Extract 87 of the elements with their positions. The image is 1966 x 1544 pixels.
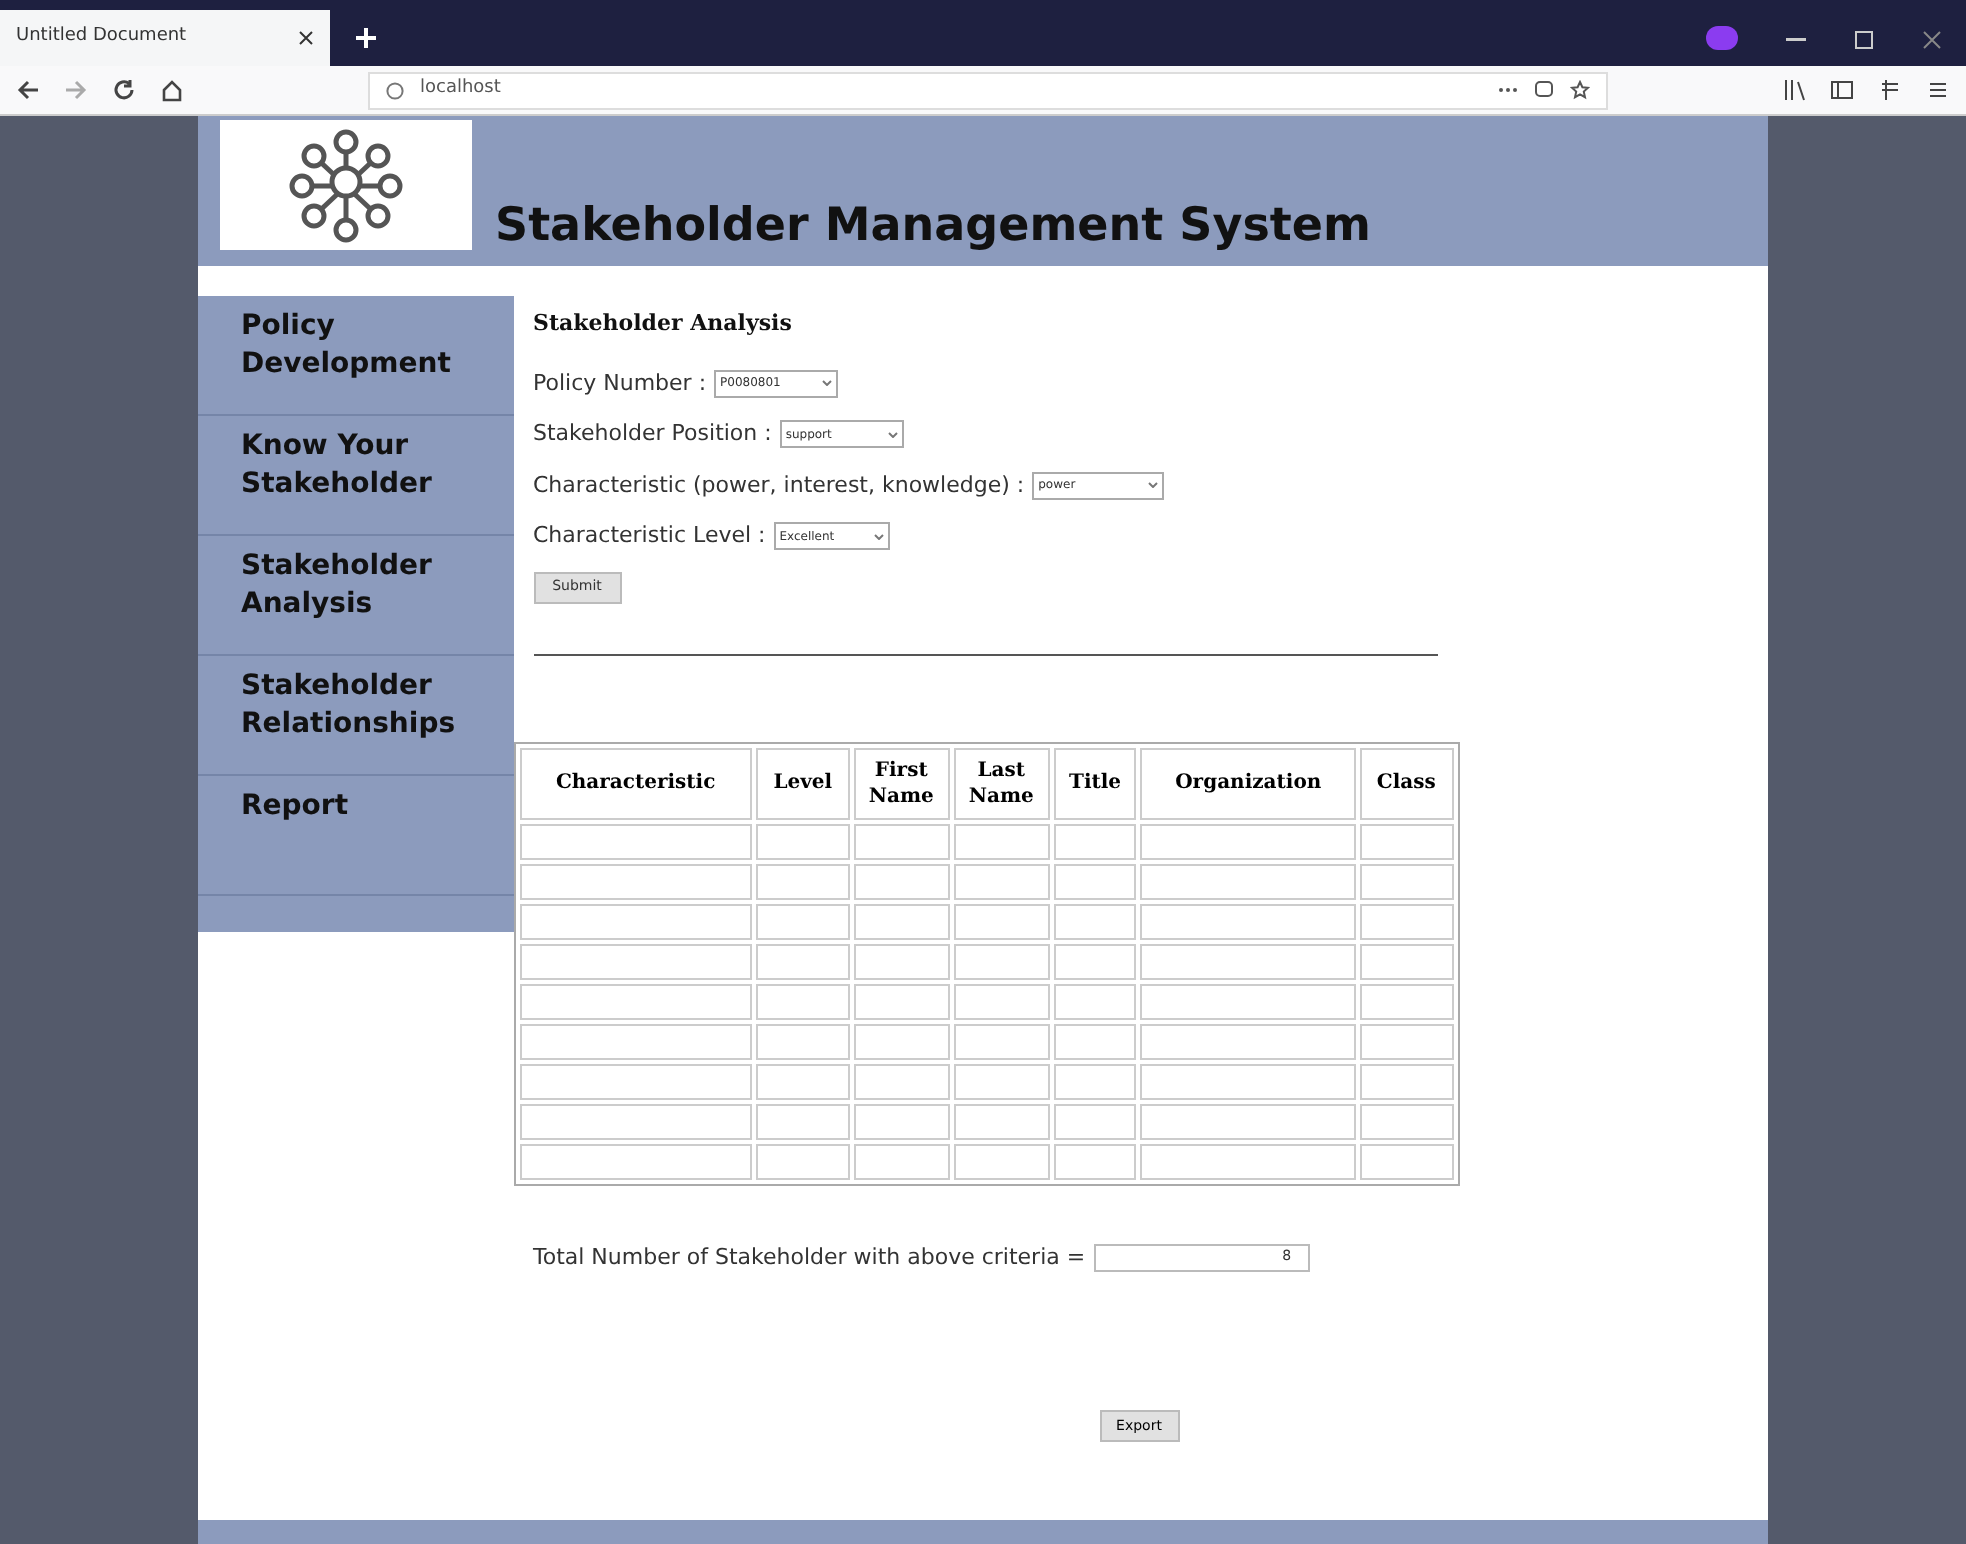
table-cell [1359, 943, 1453, 979]
table-cell [756, 983, 850, 1019]
extension-icon [1706, 26, 1738, 50]
pocket-icon[interactable] [1534, 80, 1554, 100]
browser-tab[interactable]: Untitled Document [0, 10, 330, 66]
table-cell [756, 863, 850, 899]
column-header: Last Name [953, 747, 1050, 819]
field-label: Characteristic (power, interest, knowledge) : [533, 469, 1025, 501]
table-cell [1053, 943, 1137, 979]
table-cell [1053, 1143, 1137, 1179]
table-cell [953, 1063, 1050, 1099]
table-cell [1053, 1023, 1137, 1059]
table-cell [1053, 863, 1137, 899]
section-heading: Stakeholder Analysis [533, 308, 794, 340]
field-label: Policy Number : [533, 367, 707, 399]
column-header: Title [1053, 747, 1137, 819]
sidebar-item[interactable]: Report [197, 776, 513, 896]
table-cell [853, 863, 950, 899]
table-cell [1359, 1103, 1453, 1139]
table-cell [1053, 1103, 1137, 1139]
table-cell [953, 943, 1050, 979]
info-icon [386, 81, 404, 99]
back-arrow-icon[interactable] [16, 78, 40, 102]
column-header: Organization [1140, 747, 1356, 819]
reload-icon[interactable] [112, 78, 136, 102]
table-cell [1359, 863, 1453, 899]
table-cell [853, 903, 950, 939]
table-cell [756, 1103, 850, 1139]
caret-icon [1148, 482, 1159, 489]
table-cell [853, 1023, 950, 1059]
table-cell [953, 1103, 1050, 1139]
table-cell [756, 1143, 850, 1179]
home-icon[interactable] [160, 78, 184, 102]
table-cell [953, 1023, 1050, 1059]
table-cell [1359, 1063, 1453, 1099]
table-cell [953, 823, 1050, 859]
table-cell [756, 903, 850, 939]
table-cell [1053, 1063, 1137, 1099]
table-cell [1053, 983, 1137, 1019]
table-cell [853, 823, 950, 859]
minimize-icon[interactable] [1786, 38, 1806, 42]
plus-icon[interactable] [354, 26, 378, 50]
field-label: Stakeholder Position : [533, 418, 772, 450]
column-header: First Name [853, 747, 950, 819]
sidebar-icon[interactable] [1830, 78, 1854, 102]
table-cell [756, 1023, 850, 1059]
library-icon[interactable] [1782, 78, 1806, 102]
table-cell [756, 1063, 850, 1099]
maximize-icon[interactable] [1854, 30, 1874, 50]
table-cell [953, 983, 1050, 1019]
table-cell [1359, 1143, 1453, 1179]
extension-icon[interactable] [1878, 78, 1902, 102]
sidebar-item[interactable]: Stakeholder Relationships [197, 656, 513, 776]
caret-icon [887, 431, 898, 438]
column-header: Level [756, 747, 850, 819]
close-icon[interactable] [298, 30, 314, 46]
table-cell [953, 903, 1050, 939]
address-bar[interactable]: localhost [368, 71, 1608, 109]
table-cell [1359, 823, 1453, 859]
column-header: Class [1359, 747, 1453, 819]
total-label: Total Number of Stakeholder with above criteria = [533, 1241, 1086, 1273]
table-cell [953, 1143, 1050, 1179]
sidebar-item[interactable]: Know Your Stakeholder [197, 416, 513, 536]
star-icon[interactable] [1570, 80, 1590, 100]
caret-icon [822, 380, 833, 387]
table-cell [756, 823, 850, 859]
table-cell [756, 943, 850, 979]
table-cell [853, 1103, 950, 1139]
sidebar-item[interactable]: Stakeholder Analysis [197, 536, 513, 656]
table-cell [1053, 823, 1137, 859]
table-cell [1359, 983, 1453, 1019]
table-cell [853, 983, 950, 1019]
table-cell [853, 1063, 950, 1099]
column-header: Characteristic [519, 747, 753, 819]
sidebar-item[interactable]: Policy Development [197, 296, 513, 416]
table-cell [953, 863, 1050, 899]
table-cell [1359, 1023, 1453, 1059]
table-cell [853, 943, 950, 979]
more-icon[interactable] [1498, 86, 1518, 94]
table-cell [853, 1143, 950, 1179]
url-text: localhost [420, 76, 503, 103]
menu-icon[interactable] [1926, 78, 1950, 102]
table-cell [1053, 903, 1137, 939]
table-cell [1359, 903, 1453, 939]
site-title: Stakeholder Management System [495, 197, 1371, 255]
field-label: Characteristic Level : [533, 520, 766, 552]
caret-icon [873, 533, 884, 540]
